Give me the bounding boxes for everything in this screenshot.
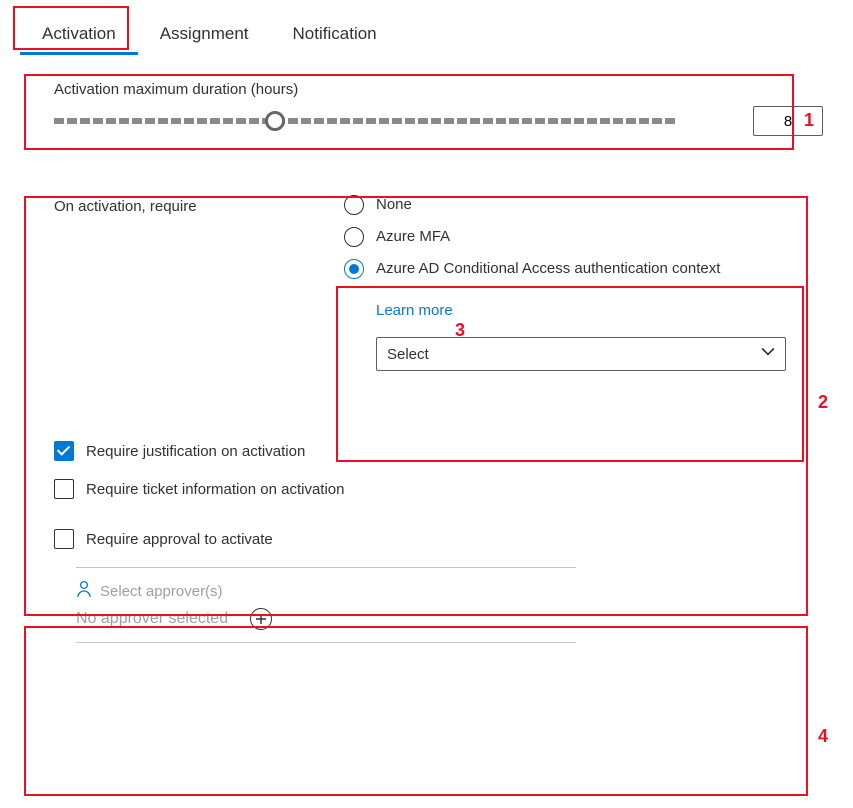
require-ticket-label: Require ticket information on activation (86, 481, 344, 498)
duration-label: Activation maximum duration (hours) (54, 81, 823, 98)
radio-conditional-access-label: Azure AD Conditional Access authenticati… (376, 258, 720, 280)
duration-slider[interactable] (54, 111, 733, 131)
select-approvers-label: Select approver(s) (100, 583, 223, 600)
checkbox-require-ticket[interactable] (54, 479, 74, 499)
divider (76, 567, 576, 568)
slider-thumb[interactable] (265, 111, 285, 131)
add-approver-button[interactable] (250, 608, 272, 630)
select-placeholder: Select (387, 346, 429, 363)
require-approval-label: Require approval to activate (86, 531, 273, 548)
radio-azure-mfa-label: Azure MFA (376, 226, 450, 248)
person-icon (76, 580, 92, 602)
approvers-section: Select approver(s) No approver selected (76, 567, 833, 643)
radio-none-label: None (376, 194, 412, 216)
approver-status-text: No approver selected (76, 610, 228, 628)
activation-duration-section: Activation maximum duration (hours) (20, 75, 833, 146)
radio-azure-mfa[interactable] (344, 227, 364, 247)
callout-box-4 (24, 626, 808, 796)
learn-more-link[interactable]: Learn more (376, 302, 453, 319)
tab-notification[interactable]: Notification (271, 14, 399, 55)
radio-none[interactable] (344, 195, 364, 215)
duration-input[interactable] (753, 106, 823, 136)
require-label: On activation, require (54, 194, 314, 215)
divider (76, 642, 576, 643)
tab-assignment[interactable]: Assignment (138, 14, 271, 55)
radio-conditional-access[interactable] (344, 259, 364, 279)
callout-number-4: 4 (818, 726, 828, 747)
on-activation-require-section: On activation, require None Azure MFA Az… (20, 176, 833, 381)
auth-context-select[interactable]: Select (376, 337, 786, 371)
checkbox-require-approval[interactable] (54, 529, 74, 549)
require-justification-label: Require justification on activation (86, 443, 305, 460)
tab-activation[interactable]: Activation (20, 14, 138, 55)
chevron-down-icon (761, 345, 775, 363)
checkbox-require-justification[interactable] (54, 441, 74, 461)
tabs: Activation Assignment Notification (20, 14, 833, 55)
